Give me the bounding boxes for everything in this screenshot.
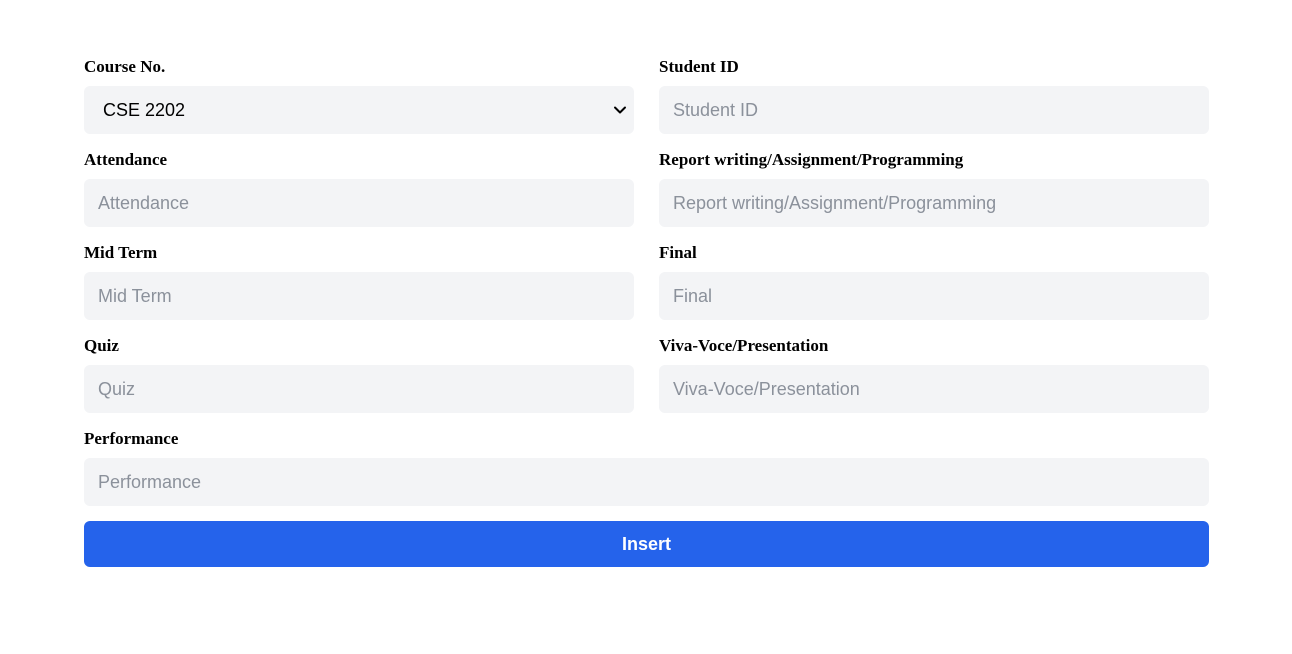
course-field: Course No. CSE 2202	[84, 56, 634, 134]
quiz-input[interactable]	[84, 365, 634, 413]
performance-input[interactable]	[84, 458, 1209, 506]
viva-label: Viva-Voce/Presentation	[659, 336, 829, 355]
quiz-label: Quiz	[84, 336, 119, 355]
attendance-label: Attendance	[84, 150, 168, 169]
chevron-down-icon	[614, 106, 626, 114]
course-select-value[interactable]: CSE 2202	[84, 86, 634, 134]
form-row: Performance	[84, 428, 1209, 506]
mid-term-input[interactable]	[84, 272, 634, 320]
course-label: Course No.	[84, 57, 166, 76]
attendance-field: Attendance	[84, 149, 634, 227]
quiz-field: Quiz	[84, 335, 634, 413]
viva-input[interactable]	[659, 365, 1209, 413]
final-field: Final	[659, 242, 1209, 320]
report-input[interactable]	[659, 179, 1209, 227]
report-field: Report writing/Assignment/Programming	[659, 149, 1209, 227]
student-id-field: Student ID	[659, 56, 1209, 134]
form-row: Course No. CSE 2202 Student ID	[84, 56, 1209, 134]
form-row: Mid Term Final	[84, 242, 1209, 320]
student-id-input[interactable]	[659, 86, 1209, 134]
report-label: Report writing/Assignment/Programming	[659, 150, 964, 169]
course-select[interactable]: CSE 2202	[84, 86, 634, 134]
final-label: Final	[659, 243, 697, 262]
final-input[interactable]	[659, 272, 1209, 320]
form-row: Attendance Report writing/Assignment/Pro…	[84, 149, 1209, 227]
mid-term-field: Mid Term	[84, 242, 634, 320]
attendance-input[interactable]	[84, 179, 634, 227]
form-row: Quiz Viva-Voce/Presentation	[84, 335, 1209, 413]
student-id-label: Student ID	[659, 57, 739, 76]
mid-term-label: Mid Term	[84, 243, 158, 262]
viva-field: Viva-Voce/Presentation	[659, 335, 1209, 413]
performance-label: Performance	[84, 429, 179, 448]
performance-field: Performance	[84, 428, 1209, 506]
insert-button[interactable]: Insert	[84, 521, 1209, 567]
marks-entry-form: Course No. CSE 2202 Student ID Attendanc…	[84, 56, 1209, 567]
